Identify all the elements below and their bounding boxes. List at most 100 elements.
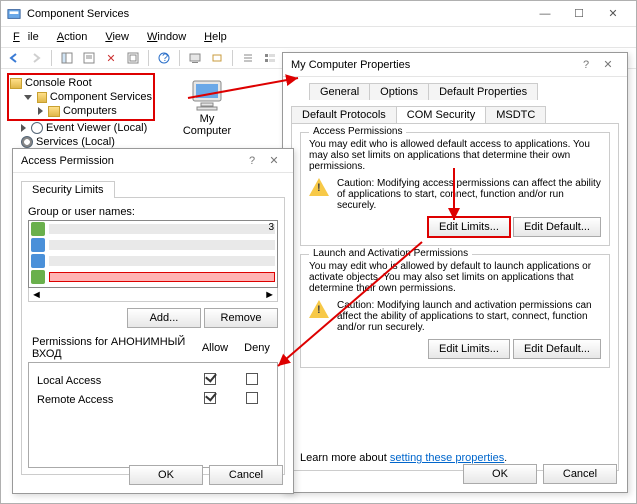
list-scroll-count: 3 <box>268 222 274 233</box>
table-row: Remote Access <box>33 390 273 409</box>
refresh-icon[interactable] <box>124 49 142 67</box>
delete-icon[interactable]: ✕ <box>102 49 120 67</box>
access-heading: Access Permissions <box>309 126 406 137</box>
folder-icon <box>37 92 47 103</box>
remove-user-button[interactable]: Remove <box>204 308 278 328</box>
tree-node-computers[interactable]: Computers <box>10 104 152 118</box>
tree-node-event-viewer[interactable]: Event Viewer (Local) <box>7 121 155 135</box>
user-icon <box>31 222 45 236</box>
perm-remote-access-label: Remote Access <box>33 390 189 409</box>
main-title: Component Services <box>27 8 528 20</box>
list-item[interactable] <box>29 237 277 253</box>
table-row: Local Access <box>33 371 273 390</box>
services-icon <box>21 136 33 148</box>
svg-text:?: ? <box>162 52 168 64</box>
remote-allow-checkbox[interactable] <box>204 392 216 404</box>
group-user-label: Group or user names: <box>28 206 278 218</box>
tab-general[interactable]: General <box>309 83 370 100</box>
learn-more-link[interactable]: setting these properties <box>390 452 504 464</box>
launch-heading: Launch and Activation Permissions <box>309 248 472 259</box>
list-icon[interactable] <box>239 49 257 67</box>
pc-icon[interactable] <box>186 49 204 67</box>
learn-more-text: Learn more about setting these propertie… <box>300 452 507 464</box>
access-cancel-button[interactable]: Cancel <box>209 465 283 485</box>
tab-security-limits[interactable]: Security Limits <box>21 181 115 198</box>
properties-cancel-button[interactable]: Cancel <box>543 464 617 484</box>
access-caution: Caution: Modifying access permissions ca… <box>309 178 601 211</box>
menu-help[interactable]: Help <box>200 30 231 44</box>
tab-default-protocols[interactable]: Default Protocols <box>291 106 397 123</box>
properties-icon[interactable] <box>80 49 98 67</box>
access-edit-default-button[interactable]: Edit Default... <box>513 217 601 237</box>
folder-icon <box>10 78 22 89</box>
close-icon[interactable]: ✕ <box>263 154 285 167</box>
close-button[interactable]: ✕ <box>596 4 630 24</box>
console-tree[interactable]: Console Root Component Services Computer… <box>7 73 155 149</box>
my-computer-item[interactable]: My Computer <box>177 79 237 137</box>
list-item[interactable] <box>29 253 277 269</box>
access-permission-dialog: Access Permission ? ✕ Security Limits Gr… <box>12 148 294 494</box>
access-dialog-titlebar: Access Permission ? ✕ <box>13 149 293 173</box>
detail-icon[interactable] <box>261 49 279 67</box>
scroll-right-icon[interactable]: ► <box>264 289 275 301</box>
menu-window[interactable]: Window <box>143 30 190 44</box>
launch-edit-limits-button[interactable]: Edit Limits... <box>428 339 510 359</box>
tree-node-component-services[interactable]: Component Services <box>10 90 152 104</box>
tab-msdtc[interactable]: MSDTC <box>485 106 546 123</box>
tab-com-security[interactable]: COM Security <box>396 106 486 123</box>
forward-icon[interactable] <box>27 49 45 67</box>
eventviewer-icon <box>31 122 43 134</box>
main-titlebar: Component Services — ☐ ✕ <box>1 1 636 27</box>
access-dialog-title: Access Permission <box>21 155 241 167</box>
properties-dialog: My Computer Properties ? ✕ General Optio… <box>282 52 628 493</box>
help-icon[interactable]: ? <box>155 49 173 67</box>
add-user-button[interactable]: Add... <box>127 308 201 328</box>
menu-view[interactable]: View <box>101 30 133 44</box>
expand-icon[interactable] <box>38 107 43 115</box>
user-icon <box>31 254 45 268</box>
menubar: File Action View Window Help <box>1 27 636 47</box>
list-item[interactable] <box>29 269 277 285</box>
permissions-for-label: Permissions for АНОНИМНЫЙ ВХОД <box>28 334 194 362</box>
app-icon <box>7 7 21 21</box>
help-icon[interactable]: ? <box>241 155 263 167</box>
help-icon[interactable]: ? <box>575 59 597 71</box>
horizontal-scrollbar[interactable]: ◄► <box>28 288 278 302</box>
maximize-button[interactable]: ☐ <box>562 4 596 24</box>
view-large-icon[interactable] <box>208 49 226 67</box>
remote-deny-checkbox[interactable] <box>246 392 258 404</box>
expand-icon[interactable] <box>21 124 26 132</box>
menu-file[interactable]: File <box>9 30 43 44</box>
local-allow-checkbox[interactable] <box>204 373 216 385</box>
properties-titlebar: My Computer Properties ? ✕ <box>283 53 627 77</box>
folder-icon <box>48 106 60 117</box>
menu-action[interactable]: Action <box>53 30 92 44</box>
com-security-panel: Access Permissions You may edit who is a… <box>291 123 619 471</box>
permissions-table: Permissions for АНОНИМНЫЙ ВХОД Allow Den… <box>28 334 278 362</box>
tree-node-console-root[interactable]: Console Root <box>10 76 152 90</box>
user-list[interactable] <box>28 220 278 288</box>
tab-default-properties[interactable]: Default Properties <box>428 83 538 100</box>
properties-ok-button[interactable]: OK <box>463 464 537 484</box>
allow-header: Allow <box>194 334 236 362</box>
launch-caution: Caution: Modifying launch and activation… <box>309 300 601 333</box>
access-ok-button[interactable]: OK <box>129 465 203 485</box>
tab-options[interactable]: Options <box>369 83 429 100</box>
show-hide-icon[interactable] <box>58 49 76 67</box>
list-item[interactable] <box>29 221 277 237</box>
launch-permissions-group: Launch and Activation Permissions You ma… <box>300 254 610 368</box>
access-permissions-group: Access Permissions You may edit who is a… <box>300 132 610 246</box>
close-icon[interactable]: ✕ <box>597 58 619 71</box>
tree-node-services[interactable]: Services (Local) <box>7 135 155 149</box>
properties-footer: OK Cancel <box>463 464 617 484</box>
minimize-button[interactable]: — <box>528 4 562 24</box>
computer-icon <box>189 79 225 113</box>
local-deny-checkbox[interactable] <box>246 373 258 385</box>
expand-icon[interactable] <box>24 95 32 100</box>
back-icon[interactable] <box>5 49 23 67</box>
scroll-left-icon[interactable]: ◄ <box>31 289 42 301</box>
security-limits-panel: Group or user names: 3 ◄► Add... Remove <box>21 197 285 475</box>
launch-edit-default-button[interactable]: Edit Default... <box>513 339 601 359</box>
access-edit-limits-button[interactable]: Edit Limits... <box>428 217 510 237</box>
access-dialog-footer: OK Cancel <box>129 465 283 485</box>
